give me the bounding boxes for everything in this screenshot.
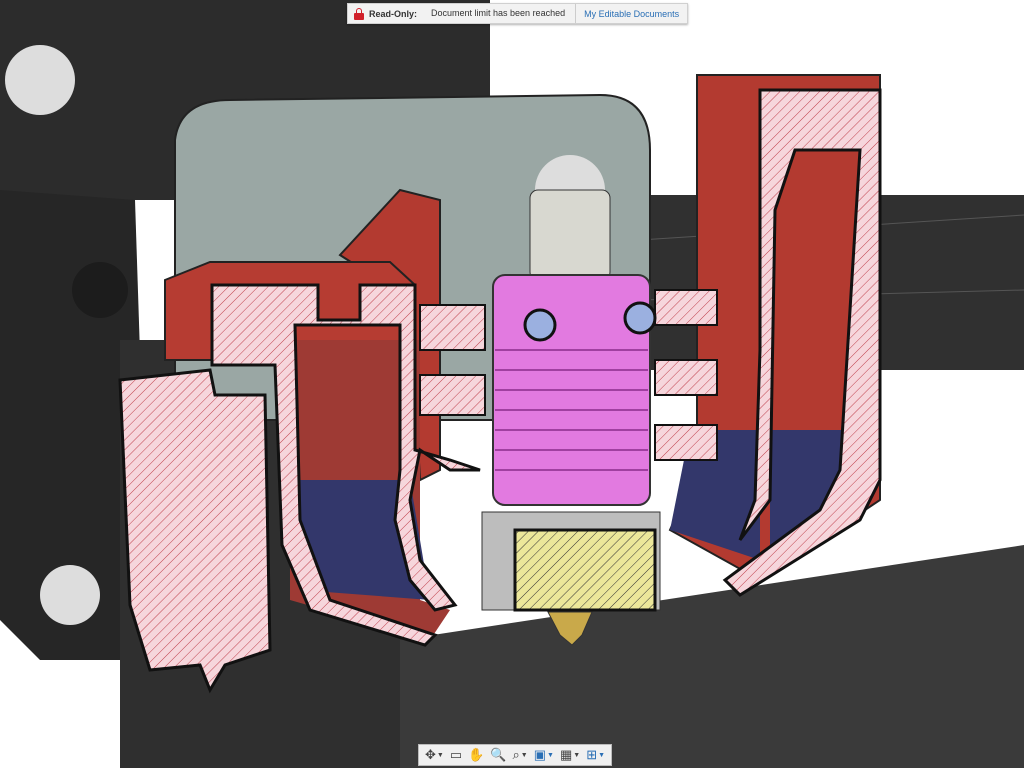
display-icon: ▣ [533,747,547,762]
chevron-down-icon[interactable]: ▼ [573,752,580,759]
viewports-button[interactable]: ⊞ ▼ [584,747,607,763]
look-at-button[interactable]: ▭ [448,747,464,763]
document-limit-message: Document limit has been reached [431,4,577,23]
display-settings-button[interactable]: ▣ ▼ [532,747,556,763]
read-only-banner: Read-Only: Document limit has been reach… [347,3,689,24]
chevron-down-icon[interactable]: ▼ [598,752,605,759]
chevron-down-icon[interactable]: ▼ [521,752,528,759]
orbit-button[interactable]: ✥ ▼ [423,747,446,763]
zoom-icon: 🔍 [490,747,507,762]
my-editable-documents-link[interactable]: My Editable Documents [576,9,687,19]
zoom-button[interactable]: 🔍 [488,747,508,763]
pan-hand-icon: ✋ [468,747,485,762]
zoom-window-icon: ⌕ [512,747,520,762]
3d-viewport[interactable] [0,0,1024,768]
orbit-icon: ✥ [425,747,436,762]
pan-button[interactable]: ✋ [466,747,486,763]
navigation-toolbar: ✥ ▼ ▭ ✋ 🔍 ⌕ ▼ ▣ ▼ ▦ ▼ ⊞ ▼ [418,744,613,766]
chevron-down-icon[interactable]: ▼ [547,752,554,759]
viewports-icon: ⊞ [586,747,598,762]
grid-icon: ▦ [559,747,573,762]
chevron-down-icon[interactable]: ▼ [437,752,444,759]
read-only-label: Read-Only: [369,8,418,19]
grid-settings-button[interactable]: ▦ ▼ [558,747,582,763]
fit-button[interactable]: ⌕ ▼ [511,747,530,763]
look-at-icon: ▭ [449,747,463,762]
lock-icon [354,7,364,20]
